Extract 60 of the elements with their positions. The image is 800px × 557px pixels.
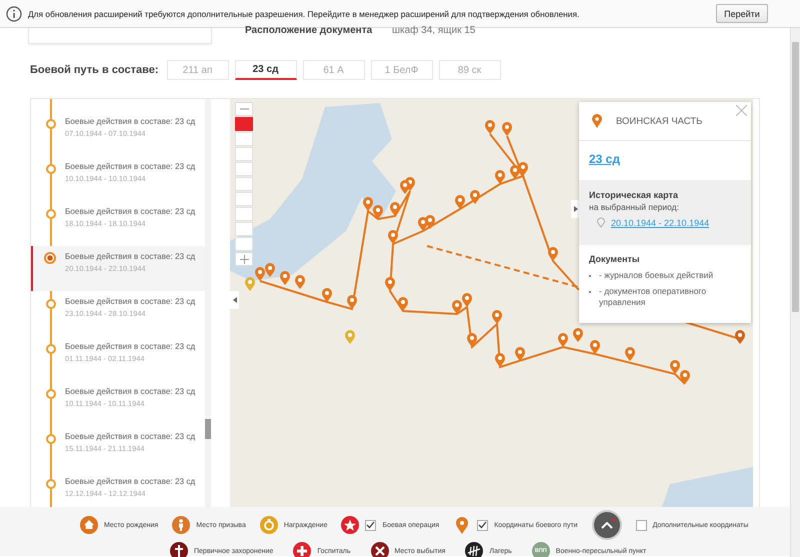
timeline-marker[interactable] [46, 479, 56, 489]
document-type-item: - документов оперативного управления [599, 286, 708, 308]
legend-checkbox[interactable] [365, 520, 376, 530]
zoom-level-step[interactable] [235, 162, 253, 176]
timeline-marker[interactable] [46, 389, 56, 399]
unit-tab[interactable]: 23 сд [234, 60, 297, 80]
timeline-event-title[interactable]: Боевые действия в составе: 23 сд [65, 341, 201, 352]
timeline-marker[interactable] [46, 434, 56, 444]
zoom-level-step[interactable] [235, 237, 253, 251]
zoom-level-step[interactable] [235, 207, 253, 221]
notification-dot [612, 518, 615, 521]
document-type-item: - журналов боевых действий [599, 270, 714, 281]
plus-icon [240, 254, 248, 264]
selected-timeline-marker[interactable] [44, 252, 56, 264]
timeline-event-title[interactable]: Боевые действия в составе: 23 сд [65, 251, 201, 262]
collapse-left-button[interactable] [230, 291, 239, 309]
timeline-event-title[interactable]: Боевые действия в составе: 23 сд [65, 206, 201, 218]
triangle-left-icon [232, 297, 236, 303]
zoom-level-step[interactable] [235, 177, 253, 191]
pin-outline-icon [597, 217, 605, 228]
timeline-marker[interactable] [46, 299, 56, 309]
pin-icon [592, 114, 602, 128]
documents-title: Документы [589, 254, 641, 264]
timeline-event-title[interactable]: Боевые действия в составе: 23 сд [65, 476, 201, 488]
historical-map-subtitle: на выбранный период: [589, 202, 680, 212]
info-icon [6, 6, 22, 22]
zoom-in-button[interactable] [235, 252, 253, 266]
close-button[interactable] [736, 105, 747, 116]
popup-category: ВОИНСКАЯ ЧАСТЬ [616, 116, 702, 126]
timeline-marker[interactable] [46, 119, 56, 129]
legend-checkbox[interactable] [477, 520, 488, 530]
checkmark-icon [478, 521, 488, 529]
triangle-right-icon [574, 206, 578, 212]
go-button[interactable]: Перейти [716, 4, 768, 23]
checkmark-icon [366, 521, 376, 529]
timeline-event-title[interactable]: Боевые действия в составе: 23 сд [65, 431, 201, 442]
document-location-label: Расположение документа [245, 25, 374, 36]
combat-path-label: Боевой путь в составе: [30, 64, 159, 76]
scroll-up-button[interactable] [592, 510, 622, 540]
timeline-event-title[interactable]: Боевые действия в составе: 23 сд [65, 116, 201, 128]
timeline-event-title[interactable]: Боевые действия в составе: 23 сд [65, 296, 201, 308]
historical-map-title: Историческая карта [589, 190, 679, 200]
zoom-level-step[interactable] [235, 222, 253, 236]
unit-link[interactable]: 23 сд [589, 152, 620, 166]
timeline-event-title[interactable]: Боевые действия в составе: 23 сд [65, 161, 201, 172]
timeline-scrollbar[interactable] [205, 99, 211, 507]
page-scrollbar-thumb[interactable] [792, 42, 799, 312]
timeline-marker[interactable] [46, 164, 56, 174]
zoom-out-button[interactable] [235, 102, 253, 116]
document-location-value: шкаф 34, ящик 15 [392, 25, 476, 36]
timeline-marker[interactable] [46, 209, 56, 219]
timeline-marker[interactable] [46, 344, 56, 354]
zoom-level-step[interactable] [235, 132, 253, 146]
timeline-event-title[interactable]: Боевые действия в составе: 23 сд [65, 386, 201, 398]
close-icon [736, 105, 747, 116]
zoom-level-step[interactable] [235, 192, 253, 206]
notification-message: Для обновления расширений требуются дополнительные разрешения. Перейдите в менеджер расширений для подтверждения обновления. [28, 8, 580, 18]
zoom-level-step[interactable] [235, 147, 253, 161]
legend-checkbox[interactable] [636, 520, 647, 530]
chevron-up-icon [600, 522, 613, 528]
